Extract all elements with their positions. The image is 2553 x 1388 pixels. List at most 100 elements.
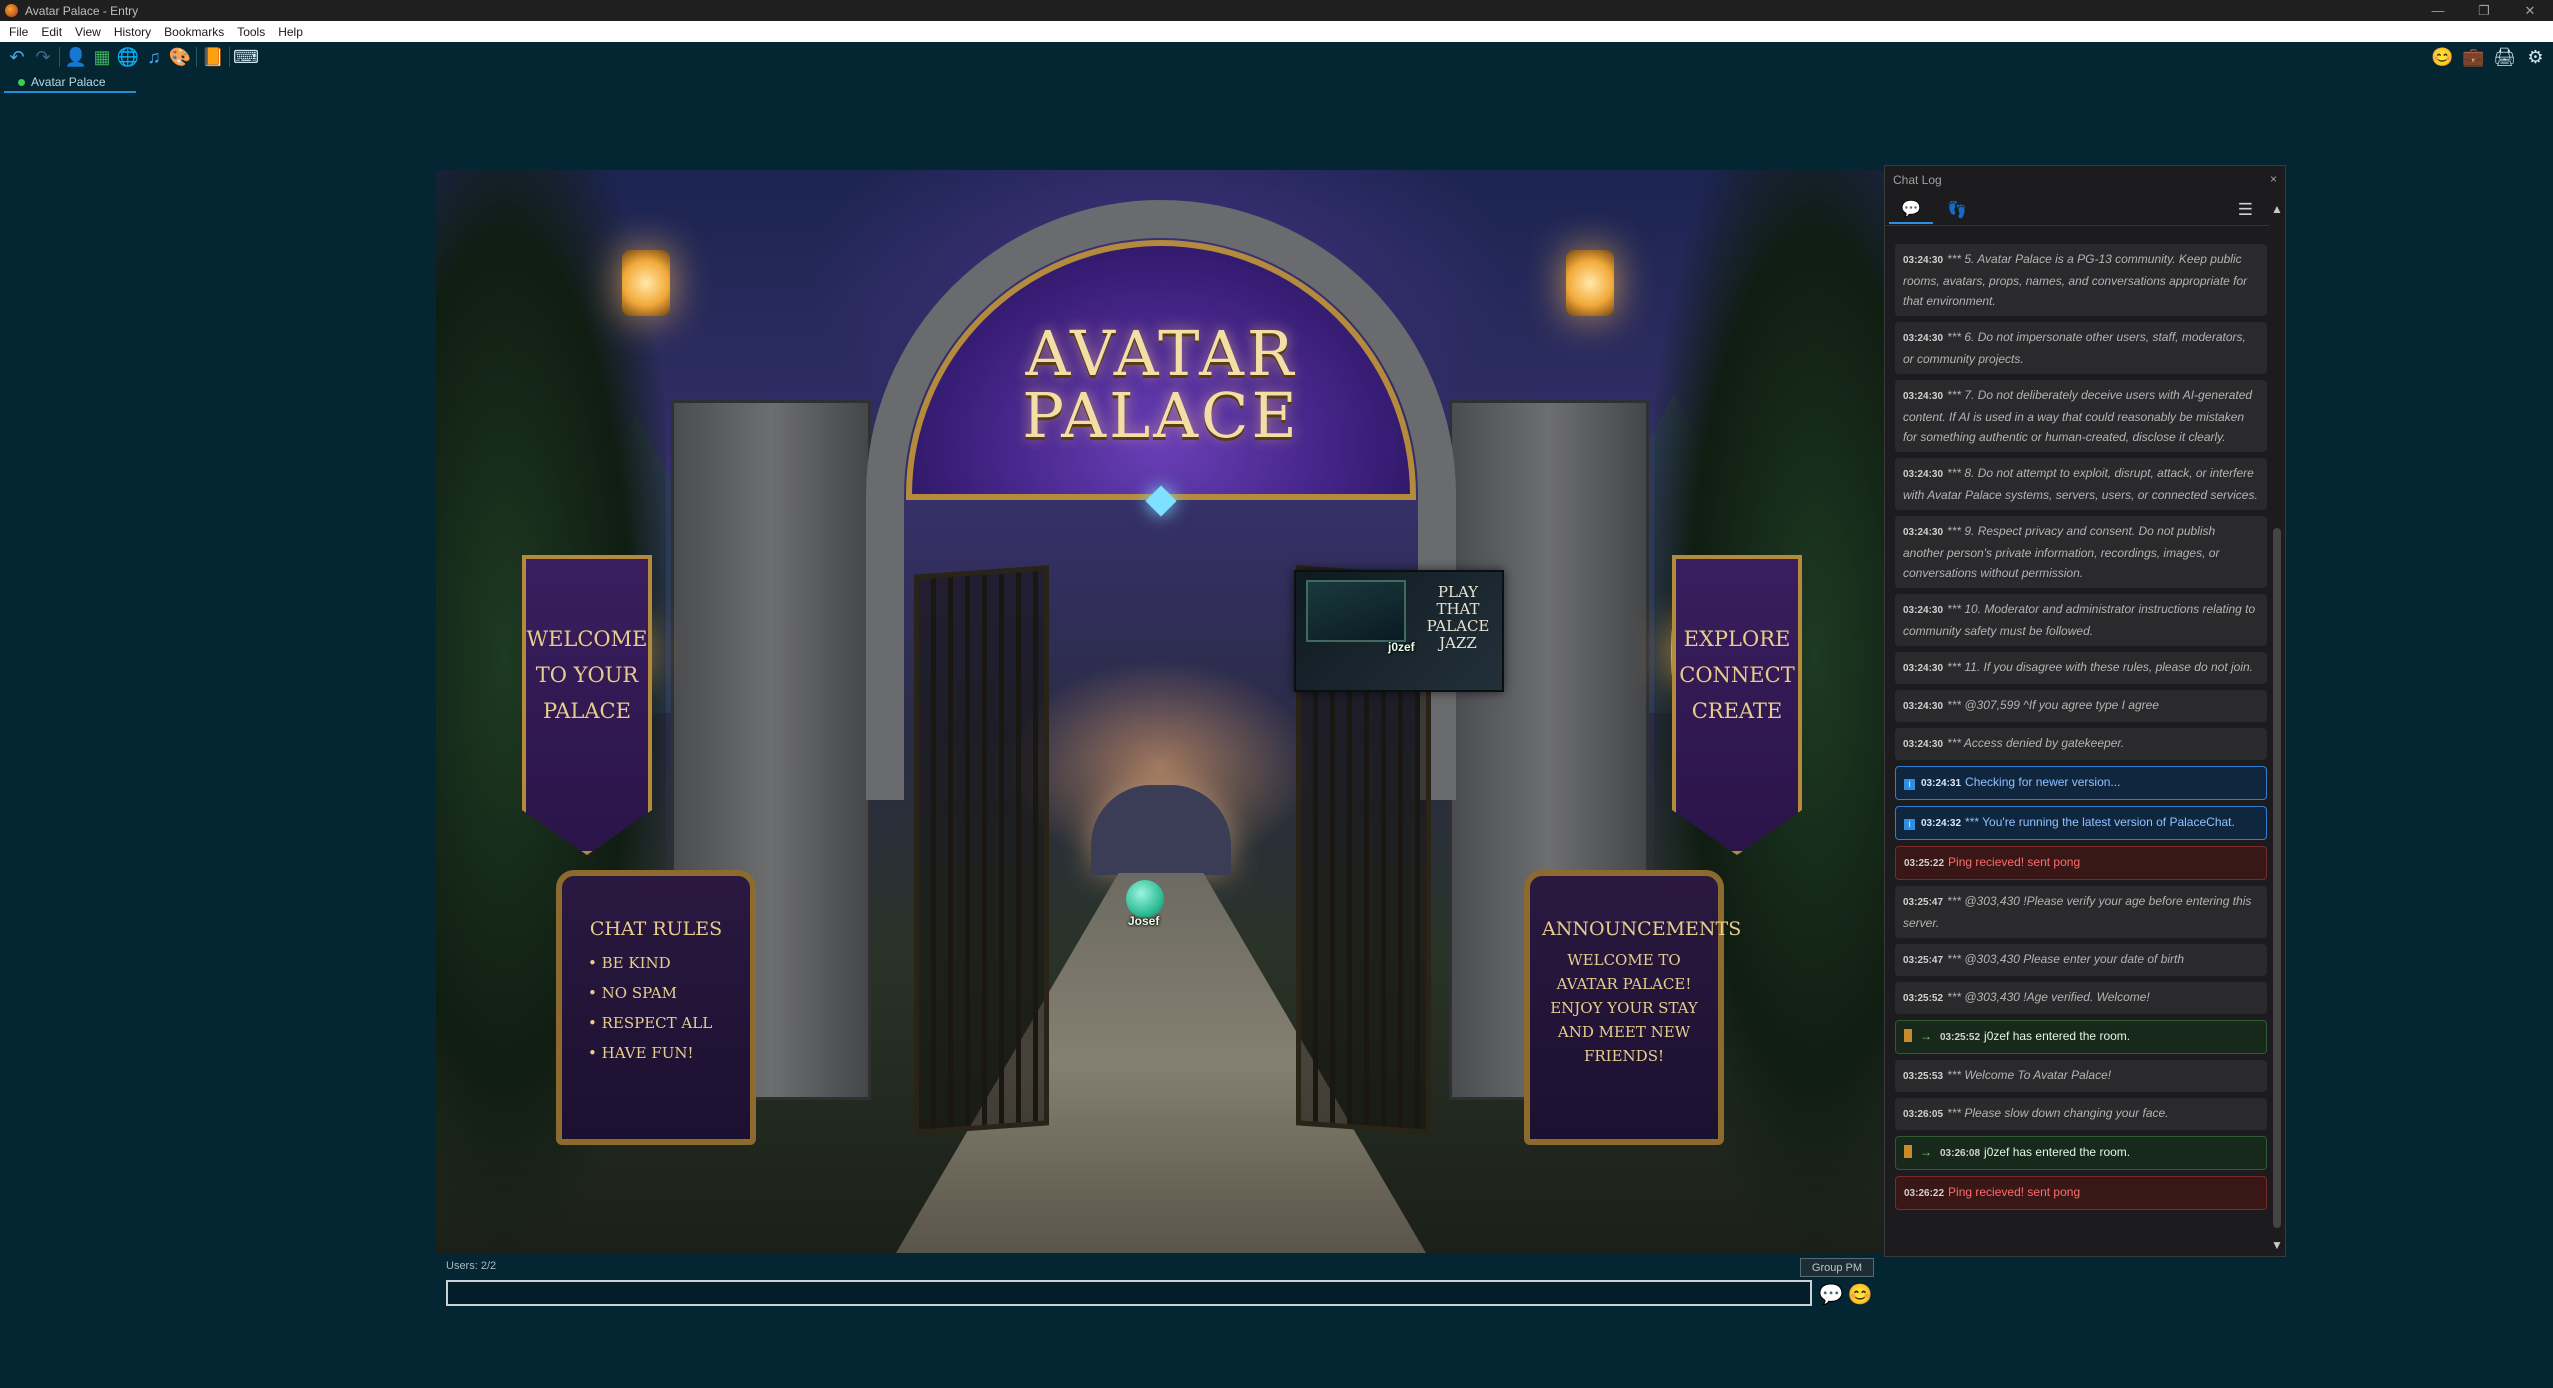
message-timestamp: 03:24:30: [1903, 663, 1944, 674]
chat-log-panel: Chat Log × 💬 👣 ☰ ▲ ▼ 03:24:30 *** 5. Avat…: [1884, 165, 2286, 1257]
message-text: *** Access denied by gatekeeper.: [1947, 736, 2125, 750]
close-button[interactable]: ✕: [2507, 0, 2553, 21]
keyboard-icon[interactable]: ⌨: [233, 45, 259, 69]
chat-rules-list: • BE KIND • NO SPAM • RESPECT ALL • HAVE…: [574, 948, 738, 1068]
tab-avatar-palace[interactable]: Avatar Palace: [4, 73, 136, 93]
suitcase-icon[interactable]: 💼: [2458, 45, 2489, 69]
chat-message-system: 03:24:30 *** 6. Do not impersonate other …: [1895, 322, 2267, 374]
avatar-name-j0zef[interactable]: j0zef: [1388, 640, 1415, 654]
window-title: Avatar Palace - Entry: [25, 3, 139, 18]
message-timestamp: 03:25:22: [1904, 858, 1945, 869]
toolbar-separator: [229, 47, 230, 67]
menu-tools[interactable]: Tools: [232, 25, 273, 39]
welcome-banner-text: WELCOME TO YOUR PALACE: [526, 627, 648, 723]
globe-icon[interactable]: 🌐: [115, 45, 141, 69]
chat-rules-title: CHAT RULES: [589, 918, 723, 940]
palette-icon[interactable]: 🎨: [167, 45, 193, 69]
user-icon[interactable]: 👤: [63, 45, 89, 69]
message-timestamp: 03:24:30: [1903, 333, 1944, 344]
arrow-icon: →: [1920, 1029, 1932, 1043]
chat-message-system: 03:26:05 *** Please slow down changing yo…: [1895, 1098, 2267, 1130]
scroll-down-icon[interactable]: ▼: [2271, 1238, 2283, 1252]
chat-message-system: 03:24:30 *** 5. Avatar Palace is a PG-13 …: [1895, 244, 2267, 316]
room-view[interactable]: AVATAR PALACE WELCOME TO YOUR PALACE EXP…: [436, 170, 1884, 1253]
lantern-icon: [1566, 250, 1614, 316]
menu-history[interactable]: History: [109, 25, 159, 39]
message-text: Ping recieved! sent pong: [1948, 1185, 2081, 1199]
chat-rule-item: • NO SPAM: [588, 984, 677, 1002]
chat-log-scrollbar[interactable]: ▲ ▼: [2269, 198, 2285, 1256]
arch-title: AVATAR PALACE: [1022, 317, 1300, 452]
message-text: *** 10. Moderator and administrator inst…: [1903, 602, 2256, 638]
chat-rule-item: • RESPECT ALL: [588, 1014, 713, 1032]
menu-file[interactable]: File: [4, 25, 36, 39]
message-text: *** 5. Avatar Palace is a PG-13 communit…: [1903, 252, 2248, 308]
minimize-button[interactable]: —: [2415, 0, 2461, 21]
chat-bubbles-icon[interactable]: 💬: [1818, 1281, 1844, 1307]
prop-screen: [1306, 580, 1406, 642]
toolbar-separator: [196, 47, 197, 67]
maximize-button[interactable]: ❐: [2461, 0, 2507, 21]
scroll-thumb[interactable]: [2273, 528, 2281, 1228]
message-timestamp: 03:25:47: [1903, 955, 1944, 966]
message-text: *** 11. If you disagree with these rules…: [1947, 660, 2253, 674]
emoji-icon[interactable]: 😊: [1847, 1281, 1873, 1307]
arrow-icon: →: [1920, 1145, 1932, 1159]
avatar-name-josef[interactable]: Josef: [1128, 914, 1159, 928]
settings-icon[interactable]: ⚙: [2520, 45, 2551, 69]
users-count: Users: 2/2: [446, 1260, 497, 1272]
chat-message-system: 03:24:30 *** @307,599 ^If you agree type …: [1895, 690, 2267, 722]
map-icon[interactable]: ▦: [89, 45, 115, 69]
chat-message-system: 03:24:30 *** 7. Do not deliberately decei…: [1895, 380, 2267, 452]
status-dot-icon: [18, 78, 25, 86]
menu-bar: File Edit View History Bookmarks Tools H…: [0, 21, 2553, 42]
message-text: *** @303,430 Please enter your date of b…: [1947, 952, 2185, 966]
chat-log-title: Chat Log: [1893, 173, 1942, 187]
chat-message-system: 03:24:30 *** 9. Respect privacy and conse…: [1895, 516, 2267, 588]
message-text: *** @303,430 !Age verified. Welcome!: [1947, 990, 2150, 1004]
message-text: *** Please slow down changing your face.: [1947, 1106, 2169, 1120]
message-timestamp: 03:24:30: [1903, 469, 1944, 480]
jazz-prop[interactable]: PLAY THAT PALACE JAZZ: [1294, 570, 1504, 692]
music-icon[interactable]: ♫: [141, 45, 167, 69]
menu-bookmarks[interactable]: Bookmarks: [159, 25, 232, 39]
message-timestamp: 03:24:30: [1903, 739, 1944, 750]
title-bar: Avatar Palace - Entry — ❐ ✕: [0, 0, 2553, 21]
printer-icon[interactable]: 🖨: [2489, 45, 2520, 69]
menu-view[interactable]: View: [70, 25, 109, 39]
message-timestamp: 03:25:53: [1903, 1071, 1944, 1082]
chat-log-close-button[interactable]: ×: [2270, 172, 2277, 186]
chat-message-system: 03:24:30 *** 8. Do not attempt to exploit…: [1895, 458, 2267, 510]
announcements-title: ANNOUNCEMENTS: [1542, 918, 1742, 940]
chat-log-menu-icon[interactable]: ☰: [2238, 200, 2253, 220]
scroll-up-icon[interactable]: ▲: [2271, 202, 2283, 216]
message-text: *** 7. Do not deliberately deceive users…: [1903, 388, 2253, 444]
message-timestamp: 03:25:52: [1940, 1032, 1981, 1043]
forward-icon[interactable]: ↷: [30, 45, 56, 69]
message-timestamp: 03:24:30: [1903, 605, 1944, 616]
toolbar: ↶ ↷ 👤 ▦ 🌐 ♫ 🎨 📙 ⌨: [0, 42, 2553, 72]
prop-title: PLAY THAT PALACE JAZZ: [1426, 583, 1490, 652]
avatar-josef[interactable]: [1126, 880, 1164, 918]
chat-log-header: Chat Log: [1885, 166, 2285, 194]
tab-footprint-icon[interactable]: 👣: [1935, 196, 1979, 224]
group-pm-button[interactable]: Group PM: [1800, 1258, 1874, 1277]
door-icon: [1904, 1145, 1912, 1158]
message-text: *** 6. Do not impersonate other users, s…: [1903, 330, 2246, 366]
message-text: Checking for newer version...: [1965, 775, 2121, 789]
explore-banner-text: EXPLORE CONNECT CREATE: [1679, 627, 1795, 723]
back-icon[interactable]: ↶: [4, 45, 30, 69]
message-text: j0zef has entered the room.: [1984, 1145, 2131, 1159]
chat-input[interactable]: [446, 1280, 1812, 1306]
menu-edit[interactable]: Edit: [36, 25, 70, 39]
tab-chat-bubble-icon[interactable]: 💬: [1889, 196, 1933, 224]
explore-banner: EXPLORE CONNECT CREATE: [1672, 555, 1802, 855]
book-icon[interactable]: 📙: [200, 45, 226, 69]
announcements-sign: ANNOUNCEMENTS WELCOME TO AVATAR PALACE! …: [1524, 870, 1742, 1145]
menu-help[interactable]: Help: [273, 25, 311, 39]
smiley-icon[interactable]: 😊: [2427, 45, 2458, 69]
lantern-icon: [622, 250, 670, 316]
chat-message-enter: → 03:26:08 j0zef has entered the room.: [1895, 1136, 2267, 1170]
app-icon: [5, 4, 18, 17]
message-timestamp: 03:24:30: [1903, 255, 1944, 266]
